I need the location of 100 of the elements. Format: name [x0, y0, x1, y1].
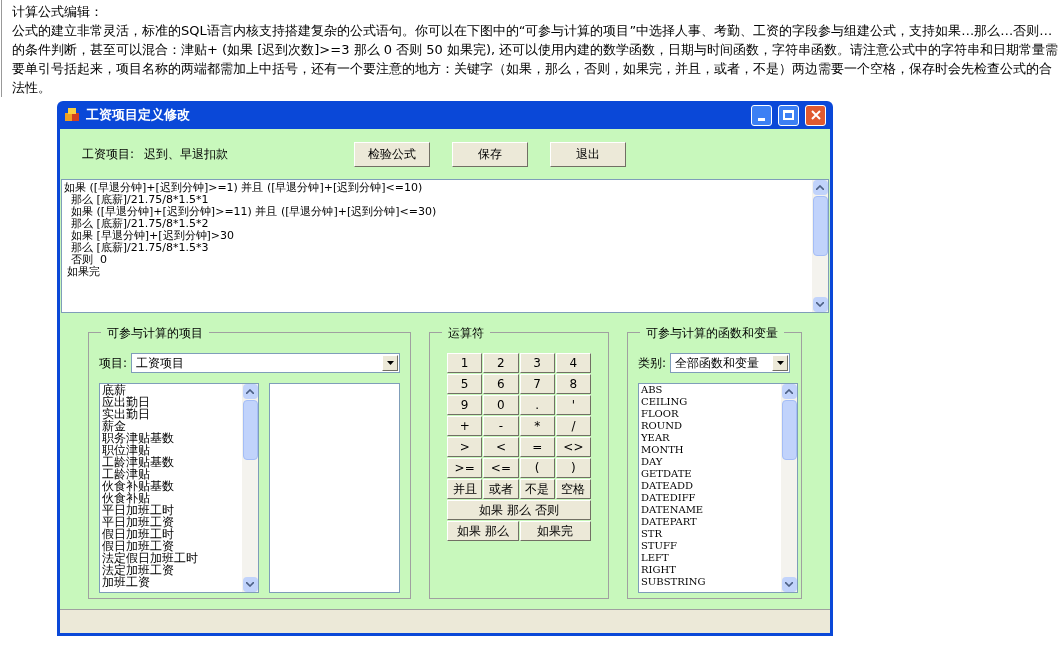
scroll-up-icon[interactable] — [781, 384, 797, 399]
list-item[interactable]: LEFT — [641, 552, 779, 564]
scroll-down-icon[interactable] — [242, 577, 258, 592]
section-heading: 计算公式编辑： — [12, 3, 104, 21]
list-item[interactable]: STUFF — [641, 540, 779, 552]
list-item[interactable]: 伙食补贴基数 — [102, 480, 240, 492]
operator-key[interactable]: - — [483, 416, 519, 436]
operator-key[interactable]: = — [519, 437, 555, 457]
minimize-button[interactable] — [751, 104, 772, 126]
scroll-up-icon[interactable] — [812, 180, 828, 195]
scroll-up-icon[interactable] — [242, 384, 258, 399]
list-item[interactable]: 平日加班工时 — [102, 504, 240, 516]
list-item[interactable]: 法定加班工资 — [102, 564, 240, 576]
field-label: 工资项目: — [82, 146, 135, 163]
operator-key[interactable]: ( — [519, 458, 555, 478]
scroll-thumb[interactable] — [242, 400, 258, 460]
close-button[interactable] — [805, 104, 826, 126]
dropdown-field[interactable]: 工资项目 — [131, 353, 401, 373]
dialog-button[interactable]: 检验公式 — [354, 141, 431, 167]
scrollbar[interactable] — [781, 384, 797, 592]
operator-key[interactable]: 6 — [483, 374, 519, 394]
list-item[interactable]: CEILING — [641, 396, 779, 408]
list-item[interactable]: SUBSTRING — [641, 576, 779, 588]
operator-key[interactable]: 或者 — [483, 479, 519, 499]
scroll-down-icon[interactable] — [781, 577, 797, 592]
list-item[interactable]: DATENAME — [641, 504, 779, 516]
list-item[interactable]: DATEPART — [641, 516, 779, 528]
list-item[interactable]: MONTH — [641, 444, 779, 456]
list-item[interactable]: STR — [641, 528, 779, 540]
maximize-button[interactable] — [778, 104, 799, 126]
group-title: 运算符 — [442, 324, 491, 342]
maximize-icon — [783, 110, 794, 120]
operator-key[interactable]: * — [519, 416, 555, 436]
operator-key[interactable]: < — [483, 437, 519, 457]
dialog-button[interactable]: 退出 — [550, 141, 627, 167]
operator-key[interactable]: ' — [555, 395, 592, 415]
operator-key[interactable]: > — [447, 437, 483, 457]
scrollbar[interactable] — [812, 180, 828, 312]
field-label: 类别: — [638, 355, 667, 372]
scrollbar[interactable] — [242, 384, 258, 592]
group-title: 可参与计算的项目 — [101, 324, 209, 342]
operator-key[interactable]: >= — [447, 458, 483, 478]
operator-key[interactable]: . — [519, 395, 555, 415]
operator-key[interactable]: 如果 那么 否则 — [447, 500, 592, 520]
operator-key[interactable]: 0 — [483, 395, 519, 415]
app-icon — [64, 107, 80, 123]
list-item[interactable]: 加班工资 — [102, 576, 240, 588]
operator-key[interactable]: 空格 — [555, 479, 592, 499]
list-item[interactable]: FLOOR — [641, 408, 779, 420]
operator-key[interactable]: 3 — [519, 353, 555, 373]
list-item[interactable]: 工龄津贴 — [102, 468, 240, 480]
list-item[interactable]: 实出勤日 — [102, 408, 240, 420]
list-item[interactable]: DATEADD — [641, 480, 779, 492]
operator-key[interactable]: 如果 那么 — [447, 521, 519, 541]
formula-field[interactable]: 如果 ([早退分钟]+[迟到分钟]>=1) 并且 ([早退分钟]+[迟到分钟]<=10) 那么 [底薪]/21.75/8*1.5*1 如果 ([早退分钟]+[迟到分钟]>=11) 并且 ([早退分钟]+[迟到分钟]<=30) 那么 [底薪]/21.75/8*1.5*2 如果 [早退分钟]+[迟到分钟]>30 那么 [底薪]/21.75/8*1.5*3 否则 0 如果完 — [61, 179, 829, 313]
scroll-down-icon[interactable] — [812, 297, 828, 312]
operator-key[interactable]: 9 — [447, 395, 483, 415]
list-item[interactable]: DAY — [641, 456, 779, 468]
operator-key[interactable]: 并且 — [447, 479, 483, 499]
operator-key[interactable]: 1 — [447, 353, 483, 373]
operator-key[interactable]: 如果完 — [519, 521, 592, 541]
list-item[interactable]: 工龄津贴基数 — [102, 456, 240, 468]
list-item[interactable]: 薪金 — [102, 420, 240, 432]
list-item[interactable]: ABS — [641, 384, 779, 396]
operator-key[interactable]: <> — [555, 437, 592, 457]
operator-key[interactable]: 5 — [447, 374, 483, 394]
operator-key[interactable]: 7 — [519, 374, 555, 394]
list-item[interactable]: 应出勤日 — [102, 396, 240, 408]
operator-key[interactable]: 4 — [555, 353, 592, 373]
list-item[interactable]: 伙食补贴 — [102, 492, 240, 504]
scroll-thumb[interactable] — [812, 196, 828, 256]
operator-key[interactable]: <= — [483, 458, 519, 478]
close-icon — [810, 110, 821, 120]
field-value: 迟到、早退扣款 — [144, 146, 230, 163]
operator-key[interactable]: / — [555, 416, 592, 436]
list-item[interactable]: ROUND — [641, 420, 779, 432]
list-item[interactable]: DATEDIFF — [641, 492, 779, 504]
operator-key[interactable]: 2 — [483, 353, 519, 373]
list-item[interactable]: YEAR — [641, 432, 779, 444]
list-item[interactable]: 假日加班工资 — [102, 540, 240, 552]
list-item[interactable]: GETDATE — [641, 468, 779, 480]
window-title: 工资项目定义修改 — [86, 106, 191, 125]
dropdown-field[interactable]: 全部函数和变量 — [670, 353, 791, 373]
list-item[interactable]: 职务津贴基数 — [102, 432, 240, 444]
list-item[interactable]: 法定假日加班工时 — [102, 552, 240, 564]
minimize-icon — [758, 117, 765, 121]
list-item[interactable]: 平日加班工资 — [102, 516, 240, 528]
operator-key[interactable]: + — [447, 416, 483, 436]
list-item[interactable]: RIGHT — [641, 564, 779, 576]
operator-key[interactable]: ) — [555, 458, 592, 478]
list-item[interactable]: 底薪 — [102, 384, 240, 396]
list-item[interactable]: 假日加班工时 — [102, 528, 240, 540]
operator-key[interactable]: 不是 — [519, 479, 555, 499]
description-paragraph: 公式的建立非常灵活，标准的SQL语言内核支持搭建复杂的公式语句。你可以在下图中的“可参与计算的项目”中选择人事、考勤、工资的字段参与组建公式，支持如果…那么…否则…的条件判断，甚至可以混合：津贴+ (如果 [迟到次数]>=3 那么 0 否则 50 如果完), 还可以使用内建的数学函数，日期与时间函数，字符串函数。请注意公式中的字符串和日期常量需要单引号括起来，项目名称的两端都需加上中括号，还有一个要注意的地方：关键字（如果，那么，否则，如果完，并且，或者，不是）两边需要一个空格，保存时会先检查公式的合法性。 — [12, 22, 1060, 97]
operator-key[interactable]: 8 — [555, 374, 592, 394]
scroll-thumb[interactable] — [781, 400, 797, 460]
group-title: 可参与计算的函数和变量 — [640, 324, 784, 342]
dialog-button[interactable]: 保存 — [452, 141, 529, 167]
list-item[interactable]: 职位津贴 — [102, 444, 240, 456]
field-label: 项目: — [99, 355, 128, 372]
